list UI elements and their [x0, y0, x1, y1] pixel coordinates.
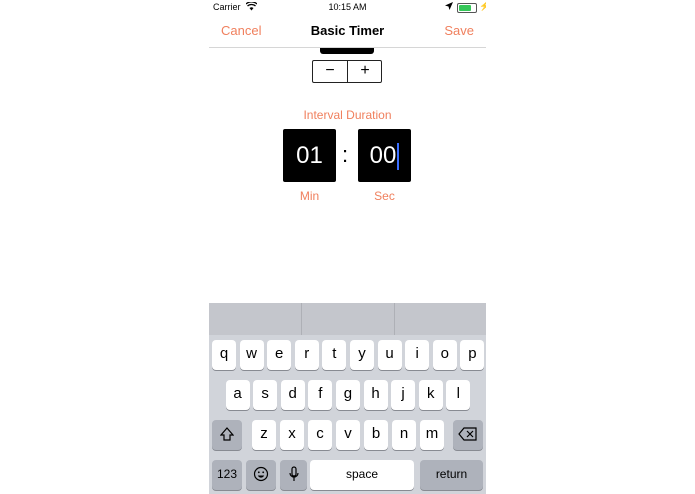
key-a[interactable]: a: [225, 380, 250, 410]
key-m[interactable]: m: [420, 420, 444, 450]
key-e[interactable]: e: [267, 340, 292, 370]
status-bar: Carrier 10:15 AM ⚡: [209, 0, 486, 14]
prediction-slot[interactable]: [395, 303, 486, 335]
key-w[interactable]: w: [239, 340, 264, 370]
phone-screen: Carrier 10:15 AM ⚡ Cancel Basic Timer Sa…: [209, 0, 486, 494]
prediction-slot[interactable]: [302, 303, 395, 335]
key-z[interactable]: z: [252, 420, 276, 450]
space-key[interactable]: space: [310, 460, 414, 490]
repeat-stepper: − +: [312, 60, 382, 83]
key-t[interactable]: t: [322, 340, 347, 370]
seconds-value: 00: [369, 142, 397, 169]
time-separator: :: [342, 142, 349, 167]
key-l[interactable]: l: [446, 380, 471, 410]
key-b[interactable]: b: [364, 420, 388, 450]
location-arrow-icon: [445, 2, 453, 12]
seconds-label: Sec: [374, 189, 395, 203]
key-y[interactable]: y: [350, 340, 374, 370]
minutes-label: Min: [299, 189, 320, 203]
shift-key[interactable]: [212, 420, 242, 450]
stepper-increment-button[interactable]: +: [348, 61, 382, 82]
battery-icon: [457, 3, 477, 13]
key-u[interactable]: u: [377, 340, 402, 370]
key-s[interactable]: s: [253, 380, 278, 410]
key-n[interactable]: n: [392, 420, 416, 450]
emoji-key[interactable]: [246, 460, 276, 490]
return-key[interactable]: return: [420, 460, 483, 490]
numbers-key[interactable]: 123: [212, 460, 242, 490]
key-g[interactable]: g: [335, 380, 360, 410]
key-o[interactable]: o: [432, 340, 457, 370]
backspace-key[interactable]: [453, 420, 483, 450]
save-button[interactable]: Save: [444, 23, 474, 38]
interval-duration-label: Interval Duration: [303, 108, 392, 122]
battery-fill: [459, 5, 471, 11]
keyboard: qwertyuiop asdfghjkl zxcvbnm 123 space ret…: [209, 303, 486, 494]
key-c[interactable]: c: [308, 420, 332, 450]
key-j[interactable]: j: [391, 380, 416, 410]
key-i[interactable]: i: [405, 340, 430, 370]
charging-bolt-icon: ⚡: [479, 1, 486, 11]
key-r[interactable]: r: [294, 340, 319, 370]
key-d[interactable]: d: [280, 380, 305, 410]
key-v[interactable]: v: [336, 420, 360, 450]
prediction-slot[interactable]: [209, 303, 302, 335]
key-x[interactable]: x: [280, 420, 304, 450]
key-p[interactable]: p: [460, 340, 485, 370]
key-q[interactable]: q: [212, 340, 236, 370]
key-k[interactable]: k: [418, 380, 443, 410]
seconds-field[interactable]: 00: [358, 129, 411, 182]
minutes-field[interactable]: 01: [283, 129, 336, 182]
microphone-key[interactable]: [280, 460, 307, 490]
minutes-value: 01: [296, 142, 323, 169]
navigation-bar: Cancel Basic Timer Save: [209, 14, 486, 48]
key-h[interactable]: h: [363, 380, 388, 410]
text-cursor: [397, 143, 400, 171]
key-f[interactable]: f: [308, 380, 333, 410]
predictive-bar: [209, 303, 486, 335]
stepper-decrement-button[interactable]: −: [313, 61, 348, 82]
